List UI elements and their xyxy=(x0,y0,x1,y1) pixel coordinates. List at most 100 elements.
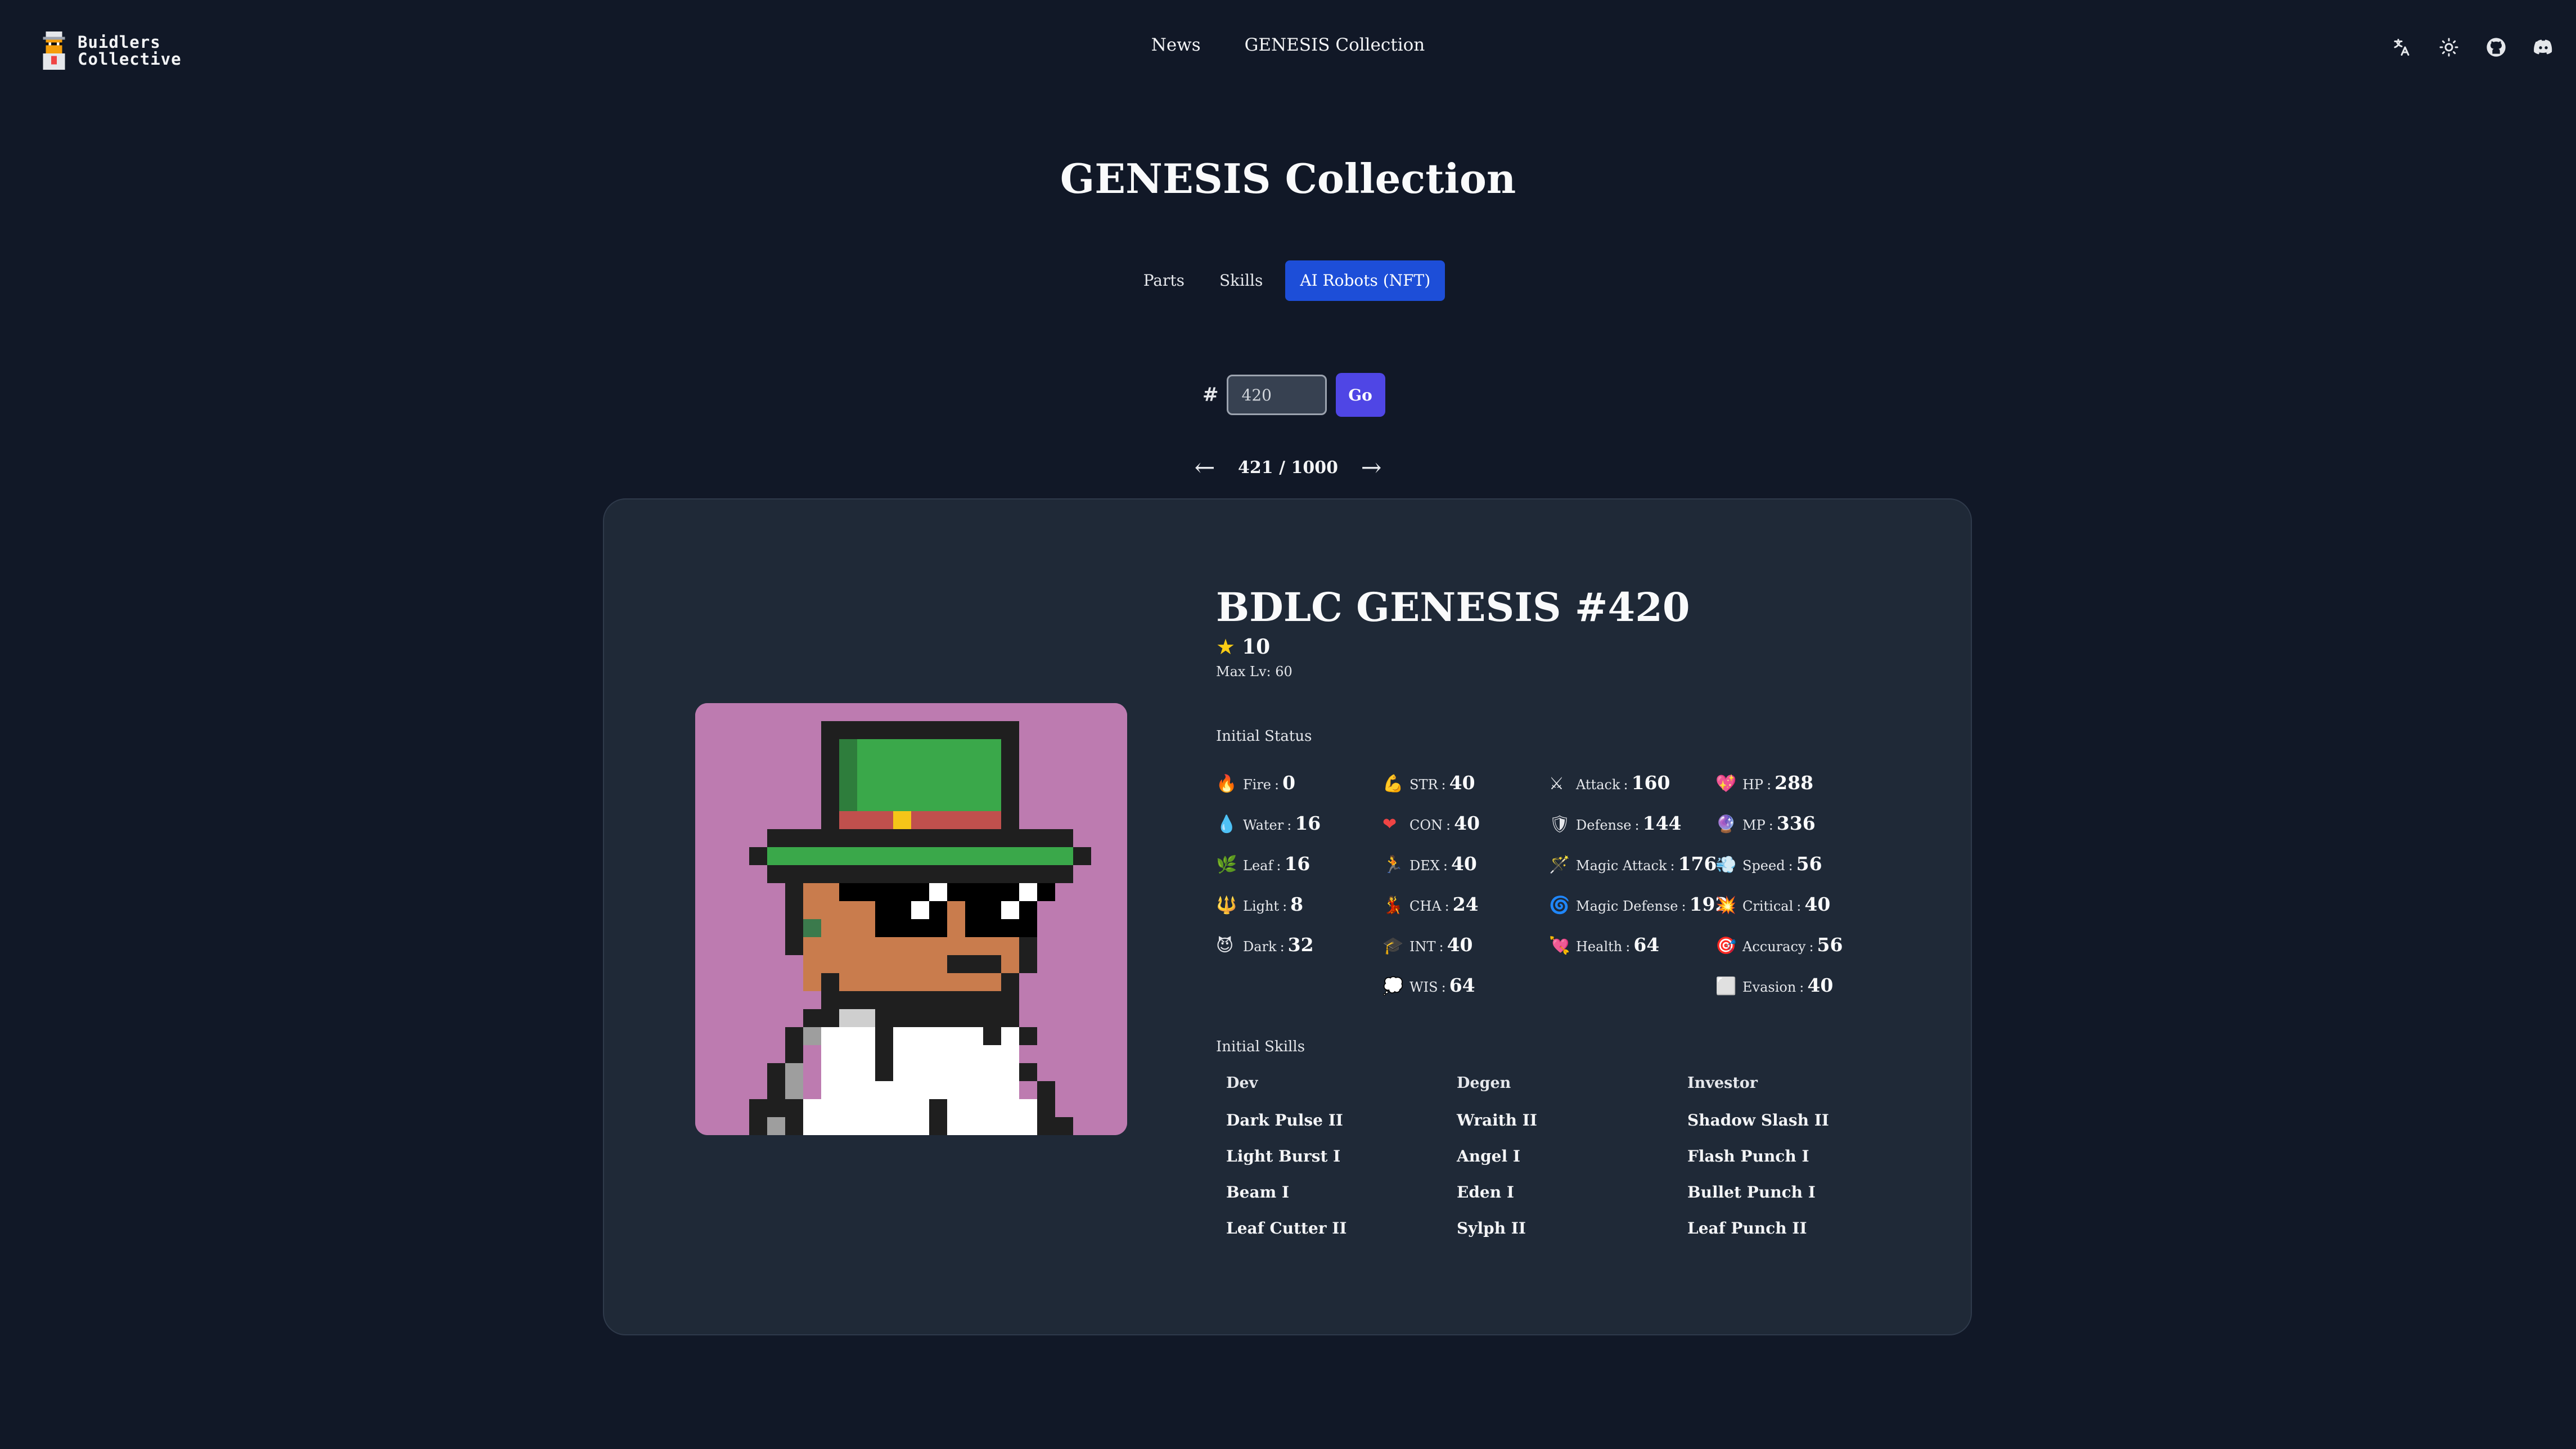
hash-label: # xyxy=(1203,384,1219,406)
stat-value: 16 xyxy=(1295,812,1321,834)
stat-str: 💪 STR:40 xyxy=(1382,772,1475,794)
stat-name: HP xyxy=(1742,777,1764,793)
token-search: # Go xyxy=(1203,373,1385,417)
leaf-icon: 🌿 xyxy=(1216,855,1237,875)
initial-status-label: Initial Status xyxy=(1216,728,1312,745)
stat-name: CHA xyxy=(1409,898,1442,914)
stat-value: 40 xyxy=(1807,974,1834,996)
graduation-cap-icon: 🎓 xyxy=(1382,936,1404,956)
discord-icon[interactable] xyxy=(2531,35,2556,60)
collision-icon: 💥 xyxy=(1715,896,1737,915)
stat-value: 144 xyxy=(1642,812,1682,834)
stat-fire: 🔥 Fire:0 xyxy=(1216,772,1296,794)
stat-value: 288 xyxy=(1775,772,1814,794)
devil-icon: 😈 xyxy=(1216,936,1234,956)
github-icon[interactable] xyxy=(2484,35,2509,60)
stats-grid: 🔥 Fire:0 💧 Water:16 🌿 Leaf:16 🔱 Light:8 😈 Dar… xyxy=(1216,772,1880,1008)
thought-bubble-icon: 💭 xyxy=(1382,976,1404,996)
stat-critical: 💥 Critical:40 xyxy=(1715,893,1831,915)
skill-item: Beam I xyxy=(1226,1183,1290,1202)
stat-name: Critical xyxy=(1742,898,1794,914)
trident-icon: 🔱 xyxy=(1216,896,1237,915)
max-level: Max Lv: 60 xyxy=(1216,664,1292,680)
skill-column-dev: Dev Dark Pulse II Light Burst I Beam I L… xyxy=(1226,1074,1451,1246)
stat-magic-attack: 🪄 Magic Attack:176 xyxy=(1549,853,1717,875)
target-icon: 🎯 xyxy=(1715,936,1737,956)
nav-genesis-collection[interactable]: GENESIS Collection xyxy=(1245,35,1425,55)
stat-magic-defense: 🌀 Magic Defense:192 xyxy=(1549,893,1728,915)
next-arrow-icon[interactable]: → xyxy=(1359,453,1384,482)
fire-icon: 🔥 xyxy=(1216,774,1237,794)
stat-value: 8 xyxy=(1290,893,1304,915)
heart-arrow-icon: 💘 xyxy=(1549,936,1570,956)
header-actions xyxy=(2389,35,2556,60)
prev-arrow-icon[interactable]: ← xyxy=(1192,453,1217,482)
token-number-input[interactable] xyxy=(1226,375,1327,415)
nav-news[interactable]: News xyxy=(1151,35,1201,55)
stat-mp: 🔮 MP:336 xyxy=(1715,812,1816,834)
stat-name: INT xyxy=(1409,939,1436,955)
stat-name: Health xyxy=(1576,939,1623,955)
stat-name: Magic Defense xyxy=(1576,898,1678,914)
stat-speed: 💨 Speed:56 xyxy=(1715,853,1822,875)
skill-heading: Degen xyxy=(1457,1074,1511,1092)
stat-name: DEX xyxy=(1409,858,1440,874)
dancer-icon: 💃 xyxy=(1382,896,1404,915)
stat-value: 40 xyxy=(1449,772,1475,794)
stat-value: 64 xyxy=(1449,974,1475,996)
stat-value: 16 xyxy=(1284,853,1310,875)
nft-info: BDLC GENESIS #420 ★ 10 Max Lv: 60 Initia… xyxy=(1216,584,1919,1238)
translate-icon[interactable] xyxy=(2389,35,2414,60)
stat-defense: 🛡 Defense:144 xyxy=(1549,812,1682,834)
stat-name: Water xyxy=(1243,817,1284,833)
skill-heading: Dev xyxy=(1226,1074,1258,1092)
heart-icon: ❤ xyxy=(1382,814,1397,834)
swirl-icon: 🌀 xyxy=(1549,896,1570,915)
stat-name: STR xyxy=(1409,777,1438,793)
stat-leaf: 🌿 Leaf:16 xyxy=(1216,853,1310,875)
sparkling-heart-icon: 💖 xyxy=(1715,774,1737,794)
skill-item: Wraith II xyxy=(1457,1111,1537,1130)
stat-value: 176 xyxy=(1678,853,1717,875)
stat-value: 336 xyxy=(1776,812,1816,834)
stat-value: 40 xyxy=(1447,934,1473,956)
star-icon: ★ xyxy=(1216,634,1236,659)
skill-item: Flash Punch I xyxy=(1687,1147,1809,1166)
dash-icon: 💨 xyxy=(1715,855,1737,875)
stat-health: 💘 Health:64 xyxy=(1549,934,1660,956)
wand-icon: 🪄 xyxy=(1549,855,1570,875)
theme-icon[interactable] xyxy=(2437,35,2461,60)
go-button[interactable]: Go xyxy=(1335,373,1385,417)
skill-item: Dark Pulse II xyxy=(1226,1111,1343,1130)
stat-value: 24 xyxy=(1452,893,1479,915)
skill-item: Leaf Punch II xyxy=(1687,1219,1807,1238)
square-icon: ⬜ xyxy=(1715,976,1737,996)
skill-item: Shadow Slash II xyxy=(1687,1111,1829,1130)
stat-name: Magic Attack xyxy=(1576,858,1667,874)
tab-parts[interactable]: Parts xyxy=(1131,260,1197,301)
tab-ai-robots[interactable]: AI Robots (NFT) xyxy=(1285,260,1445,301)
skill-item: Angel I xyxy=(1457,1147,1520,1166)
swords-icon: ⚔ xyxy=(1549,774,1564,794)
pager: ← 421 / 1000 → xyxy=(1192,453,1384,482)
stat-accuracy: 🎯 Accuracy:56 xyxy=(1715,934,1843,956)
rarity-value: 10 xyxy=(1242,635,1271,659)
tab-skills[interactable]: Skills xyxy=(1207,260,1275,301)
stat-name: Dark xyxy=(1243,939,1277,955)
stat-name: Speed xyxy=(1742,858,1785,874)
stat-value: 40 xyxy=(1454,812,1480,834)
nft-card: BDLC GENESIS #420 ★ 10 Max Lv: 60 Initia… xyxy=(603,498,1972,1335)
skill-column-degen: Degen Wraith II Angel I Eden I Sylph II xyxy=(1457,1074,1682,1246)
stat-int: 🎓 INT:40 xyxy=(1382,934,1473,956)
stat-cha: 💃 CHA:24 xyxy=(1382,893,1479,915)
skill-item: Eden I xyxy=(1457,1183,1514,1202)
skill-item: Bullet Punch I xyxy=(1687,1183,1816,1202)
collection-tabs: Parts Skills AI Robots (NFT) xyxy=(0,260,2576,301)
stat-value: 56 xyxy=(1796,853,1822,875)
shield-icon: 🛡 xyxy=(1549,814,1571,834)
skill-item: Sylph II xyxy=(1457,1219,1526,1238)
stat-evasion: ⬜ Evasion:40 xyxy=(1715,974,1834,996)
skill-item: Light Burst I xyxy=(1226,1147,1341,1166)
crystal-ball-icon: 🔮 xyxy=(1715,814,1737,834)
stat-name: Attack xyxy=(1576,777,1620,793)
